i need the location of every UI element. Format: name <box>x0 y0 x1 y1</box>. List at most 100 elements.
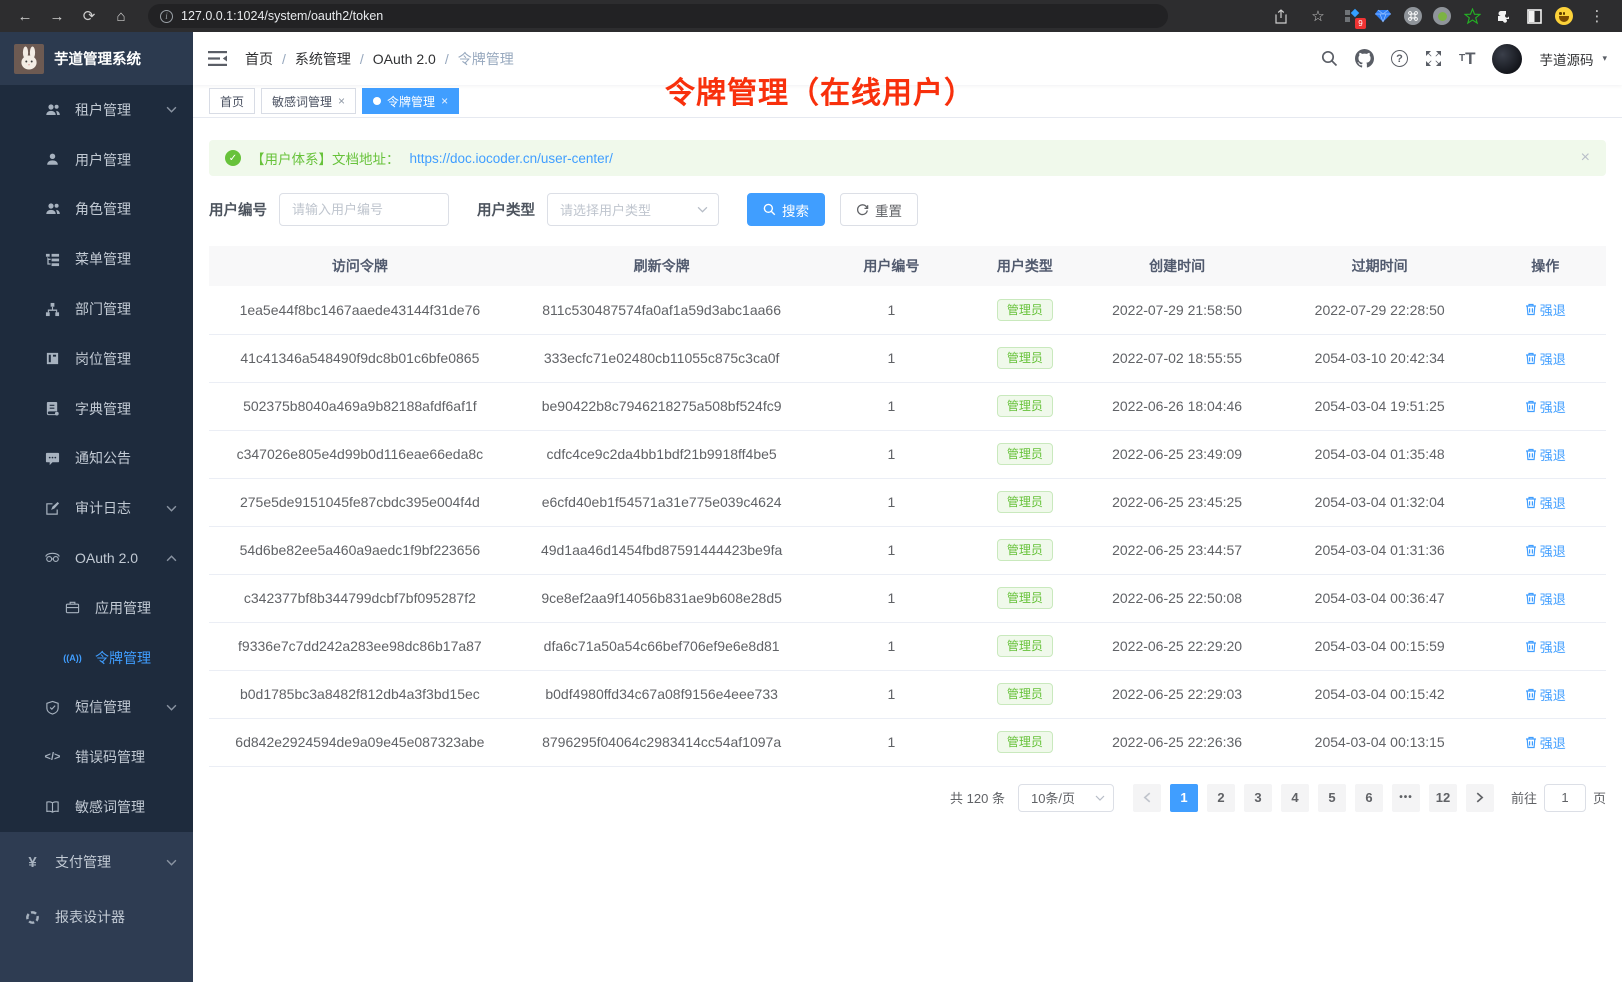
user-name[interactable]: 芋道源码 <box>1539 49 1593 69</box>
browser-back-icon[interactable]: ← <box>12 4 38 28</box>
cell-created: 2022-06-25 22:29:03 <box>1079 670 1275 718</box>
sidebar-item-tenant[interactable]: 租户管理 <box>0 85 193 135</box>
sidebar-item-notice[interactable]: 通知公告 <box>0 434 193 484</box>
help-icon[interactable]: ? <box>1391 50 1408 67</box>
address-bar[interactable]: i 127.0.0.1:1024/system/oauth2/token <box>148 4 1168 28</box>
sidebar-item-audit-log[interactable]: 审计日志 <box>0 483 193 533</box>
sidebar-item-label: 应用管理 <box>95 598 151 618</box>
next-page-button[interactable] <box>1466 784 1494 812</box>
user-type-select[interactable]: 请选择用户类型 <box>547 193 719 226</box>
table-header-row: 访问令牌 刷新令牌 用户编号 用户类型 创建时间 过期时间 操作 <box>209 246 1606 286</box>
force-logout-label: 强退 <box>1540 397 1566 416</box>
sidebar-item-post[interactable]: 岗位管理 <box>0 334 193 384</box>
doc-alert: ✓ 【用户体系】文档地址： https://doc.iocoder.cn/use… <box>209 140 1606 176</box>
sidebar-item-sensitive-word[interactable]: 敏感词管理 <box>0 782 193 832</box>
page-button-4[interactable]: 4 <box>1281 784 1309 812</box>
breadcrumb-system[interactable]: 系统管理 <box>295 49 373 69</box>
sidebar-item-dept[interactable]: 部门管理 <box>0 284 193 334</box>
bookmark-star-icon[interactable]: ☆ <box>1305 4 1331 28</box>
site-info-icon[interactable]: i <box>160 10 173 23</box>
force-logout-button[interactable]: 强退 <box>1525 685 1566 704</box>
sidebar-item-sms[interactable]: 短信管理 <box>0 683 193 733</box>
doc-link[interactable]: https://doc.iocoder.cn/user-center/ <box>410 151 613 166</box>
prev-page-button[interactable] <box>1133 784 1161 812</box>
force-logout-button[interactable]: 强退 <box>1525 397 1566 416</box>
fullscreen-icon[interactable] <box>1425 50 1442 67</box>
sidebar-item-user[interactable]: 用户管理 <box>0 135 193 185</box>
extension-gem-icon[interactable] <box>1373 6 1393 26</box>
profile-emoji-icon[interactable] <box>1555 7 1573 25</box>
sidebar-item-oauth2-app[interactable]: 应用管理 <box>0 583 193 633</box>
force-logout-button[interactable]: 强退 <box>1525 541 1566 560</box>
sidebar-item-oauth2[interactable]: OAuth 2.0 <box>0 533 193 583</box>
active-tab-dot <box>373 97 381 105</box>
cell-created: 2022-06-26 18:04:46 <box>1079 382 1275 430</box>
page-size-select[interactable]: 10条/页 <box>1018 784 1114 812</box>
sidebar-item-oauth2-token[interactable]: ((A)) 令牌管理 <box>0 633 193 683</box>
share-icon[interactable] <box>1268 4 1294 28</box>
extension-puzzle-icon[interactable] <box>1493 6 1513 26</box>
cell-expires: 2054-03-04 01:31:36 <box>1275 526 1485 574</box>
force-logout-button[interactable]: 强退 <box>1525 733 1566 752</box>
user-avatar[interactable] <box>1492 44 1522 74</box>
extension-monkey-icon[interactable]: 9 <box>1342 6 1362 26</box>
filter-bar: 用户编号 用户类型 请选择用户类型 搜索 重置 <box>209 193 1606 226</box>
force-logout-button[interactable]: 强退 <box>1525 445 1566 464</box>
extension-star-icon[interactable] <box>1462 6 1482 26</box>
sidebar-item-pay[interactable]: ¥ 支付管理 <box>0 835 193 890</box>
tab-token[interactable]: 令牌管理 × <box>362 88 459 114</box>
force-logout-button[interactable]: 强退 <box>1525 349 1566 368</box>
force-logout-button[interactable]: 强退 <box>1525 637 1566 656</box>
reset-button[interactable]: 重置 <box>840 193 918 226</box>
breadcrumb-home[interactable]: 首页 <box>245 49 295 69</box>
extension-badge: 9 <box>1355 18 1366 29</box>
extension-command-icon[interactable] <box>1404 7 1422 25</box>
alert-close-icon[interactable]: × <box>1581 149 1590 167</box>
extension-split-icon[interactable] <box>1524 6 1544 26</box>
chevron-down-icon <box>166 106 177 113</box>
app-logo[interactable]: 芋道管理系统 <box>0 32 193 85</box>
tab-close-icon[interactable]: × <box>441 94 448 108</box>
more-pages-button[interactable]: ••• <box>1392 784 1420 812</box>
browser-reload-icon[interactable]: ⟳ <box>76 4 102 28</box>
force-logout-button[interactable]: 强退 <box>1525 300 1566 319</box>
breadcrumb-oauth2[interactable]: OAuth 2.0 <box>373 51 458 67</box>
search-button[interactable]: 搜索 <box>747 193 825 226</box>
goto-page-input[interactable] <box>1544 784 1586 812</box>
tab-sensitive-word[interactable]: 敏感词管理 × <box>261 88 356 114</box>
page-button-3[interactable]: 3 <box>1244 784 1272 812</box>
force-logout-button[interactable]: 强退 <box>1525 493 1566 512</box>
page-button-1[interactable]: 1 <box>1170 784 1198 812</box>
font-size-icon[interactable]: TT <box>1459 49 1476 69</box>
people-icon <box>44 101 61 118</box>
page-button-6[interactable]: 6 <box>1355 784 1383 812</box>
user-menu-caret-icon[interactable]: ▾ <box>1602 53 1607 64</box>
page-button-5[interactable]: 5 <box>1318 784 1346 812</box>
sidebar-item-report-designer[interactable]: 报表设计器 <box>0 890 193 945</box>
page-button-2[interactable]: 2 <box>1207 784 1235 812</box>
id-badge-icon <box>44 350 61 367</box>
col-refresh-token: 刷新令牌 <box>511 246 813 286</box>
shield-check-icon <box>44 699 61 716</box>
collapse-sidebar-icon[interactable] <box>208 50 227 67</box>
user-type-badge: 管理员 <box>997 299 1053 321</box>
cell-refresh-token: e6cfd40eb1f54571a31e775e039c4624 <box>511 478 813 526</box>
user-id-input[interactable] <box>279 193 449 226</box>
chevron-up-icon <box>166 555 177 562</box>
sidebar-item-dict[interactable]: 字典管理 <box>0 384 193 434</box>
tab-close-icon[interactable]: × <box>338 94 345 108</box>
extension-recorder-icon[interactable] <box>1433 7 1451 25</box>
force-logout-label: 强退 <box>1540 541 1566 560</box>
cell-expires: 2054-03-04 01:35:48 <box>1275 430 1485 478</box>
sidebar-item-role[interactable]: 角色管理 <box>0 185 193 235</box>
force-logout-button[interactable]: 强退 <box>1525 589 1566 608</box>
browser-forward-icon[interactable]: → <box>44 4 70 28</box>
sidebar-item-error-code[interactable]: </> 错误码管理 <box>0 732 193 782</box>
page-button-12[interactable]: 12 <box>1429 784 1457 812</box>
browser-menu-icon[interactable]: ⋮ <box>1584 4 1610 28</box>
github-icon[interactable] <box>1355 49 1374 68</box>
tab-home[interactable]: 首页 <box>209 88 255 114</box>
sidebar-item-menu[interactable]: 菜单管理 <box>0 234 193 284</box>
search-icon[interactable] <box>1321 50 1338 67</box>
browser-home-icon[interactable]: ⌂ <box>108 4 134 28</box>
